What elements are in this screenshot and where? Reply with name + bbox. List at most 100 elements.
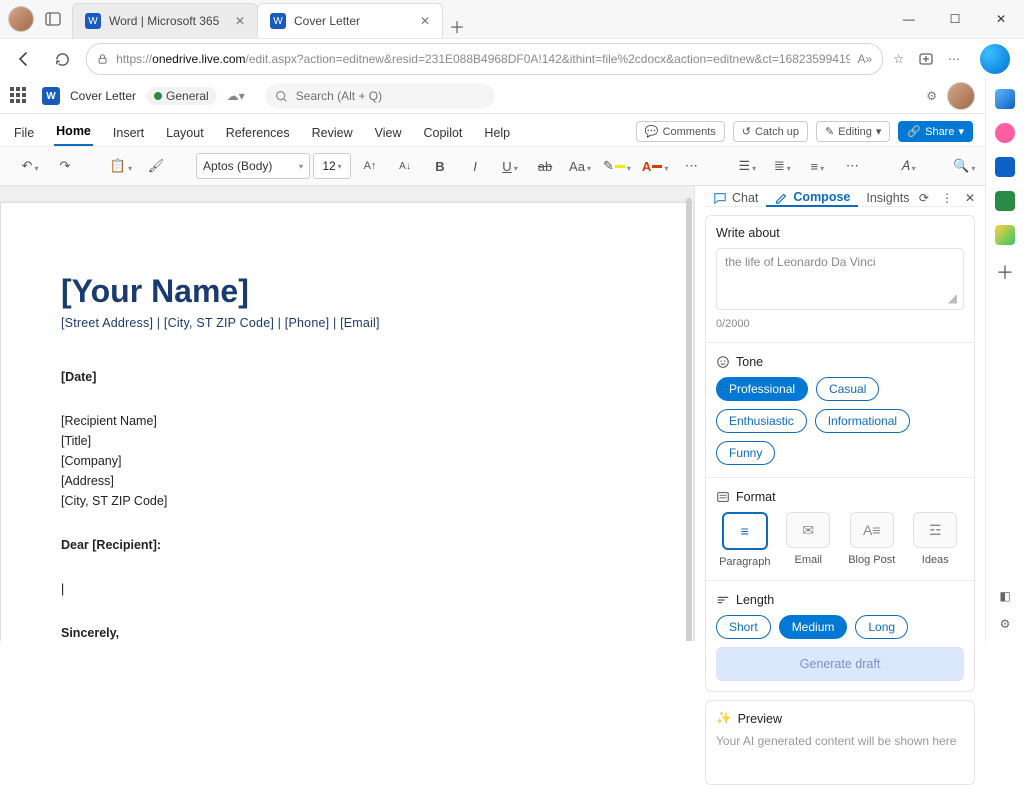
settings-icon[interactable]: ⚙ [926,89,937,103]
tone-professional[interactable]: Professional [716,377,808,401]
underline-button[interactable]: U [494,153,526,179]
bing-chat-button[interactable] [980,44,1010,74]
tone-enthusiastic[interactable]: Enthusiastic [716,409,807,433]
page[interactable]: Header [Your Name] [Street Address] | [C… [0,202,694,641]
tone-pills: Professional Casual Enthusiastic Informa… [716,377,964,465]
align-button[interactable]: ≡ [801,153,833,179]
write-about-input[interactable]: the life of Leonardo Da Vinci ◢ [716,248,964,310]
format-paragraph[interactable]: ≡Paragraph [716,512,774,568]
highlight-color-button[interactable]: ✎ [599,153,635,179]
editing-mode-button[interactable]: ✎ Editing ▾ [816,121,890,142]
document-title[interactable]: Cover Letter [70,89,136,103]
tab-home[interactable]: Home [54,118,93,146]
sidebar-app-1-icon[interactable] [995,123,1015,143]
sidebar-toggle-icon[interactable]: ◧ [999,589,1010,603]
bing-compose-pane: Chat Compose Insights ⟳ ⋮ ✕ Write about [694,186,985,641]
app-launcher-icon[interactable] [10,87,28,105]
sidebar-outlook-icon[interactable] [995,157,1015,177]
length-medium[interactable]: Medium [779,615,848,639]
tab-chat[interactable]: Chat [705,190,766,206]
styles-button[interactable]: 𝐴 [892,153,924,179]
format-ideas[interactable]: ☲Ideas [907,512,965,568]
strikethrough-button[interactable]: ab [529,153,561,179]
sidebar-app-2-icon[interactable] [995,191,1015,211]
catchup-button[interactable]: ↺ Catch up [733,121,808,142]
tab-references[interactable]: References [224,120,292,146]
resize-handle-icon[interactable]: ◢ [948,291,957,305]
redo-button[interactable]: ↷ [49,153,81,179]
bold-button[interactable]: B [424,153,456,179]
browser-tab-word365[interactable]: W Word | Microsoft 365 ✕ [72,3,258,38]
tab-insights[interactable]: Insights [858,190,917,206]
tone-casual[interactable]: Casual [816,377,879,401]
tab-layout[interactable]: Layout [164,120,206,146]
close-icon[interactable]: ✕ [420,14,430,28]
vertical-tabs-icon[interactable] [44,11,62,27]
paste-button[interactable]: 📋 [105,153,137,179]
tab-file[interactable]: File [12,120,36,146]
collections-icon[interactable] [918,51,934,67]
tab-title: Cover Letter [294,14,360,28]
italic-button[interactable]: I [459,153,491,179]
address-bar[interactable]: https://onedrive.live.com/edit.aspx?acti… [86,43,883,75]
teams-channel-chip[interactable]: General [146,87,217,105]
back-button[interactable] [10,45,38,73]
refresh-icon[interactable]: ⟳ [919,191,929,205]
maximize-button[interactable]: ☐ [932,0,978,38]
tab-copilot[interactable]: Copilot [422,120,465,146]
read-aloud-icon[interactable]: A» [858,52,873,66]
doc-recipient-title: [Title] [61,434,633,448]
length-long[interactable]: Long [855,615,908,639]
sidebar-settings-icon[interactable]: ⚙ [1000,617,1011,631]
saved-icon[interactable]: ☁▾ [227,89,245,103]
length-label: Length [716,593,964,607]
tell-me-search[interactable]: Search (Alt + Q) [265,83,495,109]
close-icon[interactable]: ✕ [235,14,245,28]
font-family-select[interactable]: Aptos (Body)▾ [196,153,310,179]
paragraph-options-button[interactable]: ⋯ [836,153,868,179]
tone-label: Tone [716,355,964,369]
format-email[interactable]: ✉Email [780,512,838,568]
tab-compose[interactable]: Compose [766,189,858,207]
more-font-button[interactable]: ⋯ [675,153,707,179]
account-avatar[interactable] [947,82,975,110]
font-size-select[interactable]: 12▾ [313,153,351,179]
shrink-font-button[interactable]: A↓ [389,153,421,179]
format-blog[interactable]: A≡Blog Post [843,512,901,568]
length-short[interactable]: Short [716,615,771,639]
refresh-button[interactable] [48,45,76,73]
change-case-button[interactable]: Aa [564,153,596,179]
sidebar-app-3-icon[interactable] [995,225,1015,245]
document-canvas[interactable]: Header [Your Name] [Street Address] | [C… [0,186,694,641]
generate-draft-button[interactable]: Generate draft [716,647,964,681]
close-pane-icon[interactable]: ✕ [965,191,975,205]
grow-font-button[interactable]: A↑ [354,153,386,179]
tab-insert[interactable]: Insert [111,120,146,146]
numbering-button[interactable]: ≣ [766,153,798,179]
browser-tab-cover-letter[interactable]: W Cover Letter ✕ [257,3,443,38]
find-button[interactable]: 🔍 [948,153,980,179]
sidebar-add-button[interactable]: ＋ [996,259,1014,285]
text-cursor[interactable] [61,582,633,596]
more-icon[interactable]: ⋯ [948,52,960,66]
tab-view[interactable]: View [373,120,404,146]
tone-informational[interactable]: Informational [815,409,910,433]
site-info-icon[interactable] [97,52,108,66]
tone-funny[interactable]: Funny [716,441,775,465]
more-icon[interactable]: ⋮ [941,191,953,205]
sidebar-search-icon[interactable] [995,89,1015,109]
profile-avatar[interactable] [8,6,34,32]
share-button[interactable]: 🔗 Share ▾ [898,121,973,142]
bullets-button[interactable]: ☰ [731,153,763,179]
new-tab-button[interactable]: ＋ [442,14,472,38]
minimize-button[interactable]: — [886,0,932,38]
format-painter-button[interactable]: 🖌 [140,153,172,179]
font-color-button[interactable]: A [638,153,672,179]
comments-button[interactable]: 💬 Comments [636,121,725,142]
scrollbar-thumb[interactable] [686,198,692,641]
undo-button[interactable]: ↶ [14,153,46,179]
favorites-icon[interactable]: ☆ [893,52,904,66]
tab-help[interactable]: Help [482,120,512,146]
close-window-button[interactable]: ✕ [978,0,1024,38]
tab-review[interactable]: Review [310,120,355,146]
